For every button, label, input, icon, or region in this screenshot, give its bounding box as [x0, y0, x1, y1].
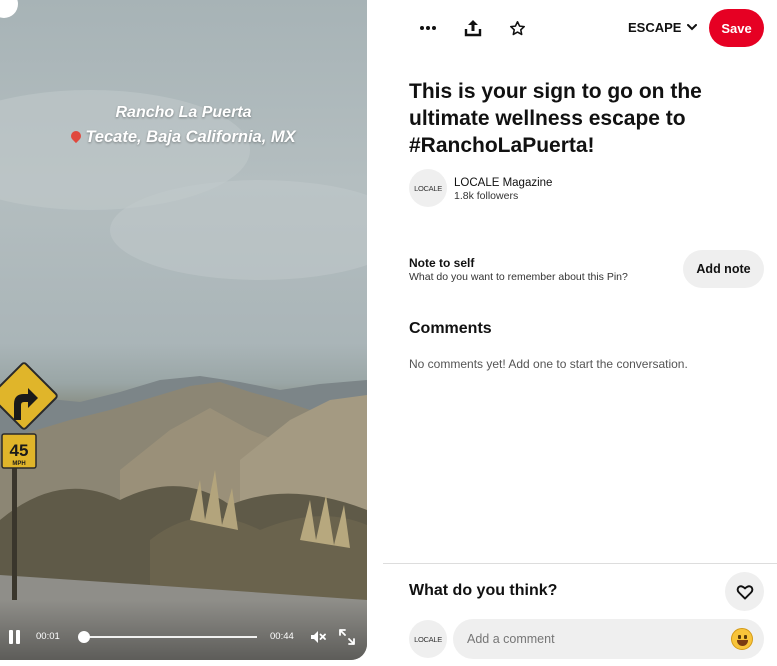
board-name: ESCAPE [628, 20, 682, 35]
video-player[interactable]: 45 MPH Rancho La Puerta Tecate, Baja Cal… [0, 0, 367, 660]
chevron-down-icon [687, 24, 698, 31]
fullscreen-icon[interactable] [338, 628, 356, 646]
creator-name[interactable]: LOCALE Magazine [454, 177, 552, 189]
note-title: Note to self [409, 256, 475, 270]
pin-title: This is your sign to go on the ultimate … [409, 80, 702, 157]
user-avatar[interactable]: LOCALE [409, 620, 447, 658]
add-note-button[interactable]: Add note [683, 250, 764, 288]
emoji-icon[interactable] [731, 628, 753, 650]
video-overlay-location-text: Tecate, Baja California, MX [85, 128, 296, 146]
video-controls: 00:01 00:44 [0, 616, 367, 660]
comment-prompt: What do you think? [409, 582, 558, 599]
creator-avatar[interactable]: LOCALE [409, 169, 447, 207]
comments-empty-text: No comments yet! Add one to start the co… [409, 357, 688, 371]
star-icon[interactable] [506, 17, 528, 39]
pin-toolbar: ESCAPE Save [383, 0, 777, 58]
save-button[interactable]: Save [709, 9, 764, 47]
board-selector[interactable]: ESCAPE [628, 20, 698, 35]
heart-icon [736, 584, 753, 599]
speed-sign-unit: MPH [12, 461, 25, 467]
video-overlay-title: Rancho La Puerta [115, 104, 252, 121]
video-current-time: 00:01 [36, 631, 60, 642]
video-progress-bar[interactable] [80, 636, 257, 638]
video-duration: 00:44 [270, 631, 294, 642]
speed-sign-value: 45 [10, 441, 29, 460]
react-button[interactable] [725, 572, 764, 611]
comments-title: Comments [409, 320, 492, 337]
video-frame: 45 MPH [0, 90, 367, 660]
comment-box[interactable] [453, 619, 764, 659]
pause-icon[interactable] [9, 630, 21, 644]
location-pin-icon [69, 128, 84, 144]
pin-details-panel: ESCAPE Save This is your sign to go on t… [383, 0, 777, 666]
video-overlay-location: Tecate, Baja California, MX [0, 128, 367, 147]
footer-divider [383, 563, 777, 564]
mute-icon[interactable] [309, 628, 327, 646]
more-options-icon[interactable] [417, 17, 439, 39]
comment-input[interactable] [467, 619, 717, 659]
share-icon[interactable] [462, 17, 484, 39]
creator-info[interactable]: LOCALE LOCALE Magazine 1.8k followers [409, 169, 709, 209]
video-progress-knob[interactable] [77, 631, 90, 643]
note-subtitle: What do you want to remember about this … [409, 271, 628, 283]
creator-followers: 1.8k followers [454, 190, 519, 202]
